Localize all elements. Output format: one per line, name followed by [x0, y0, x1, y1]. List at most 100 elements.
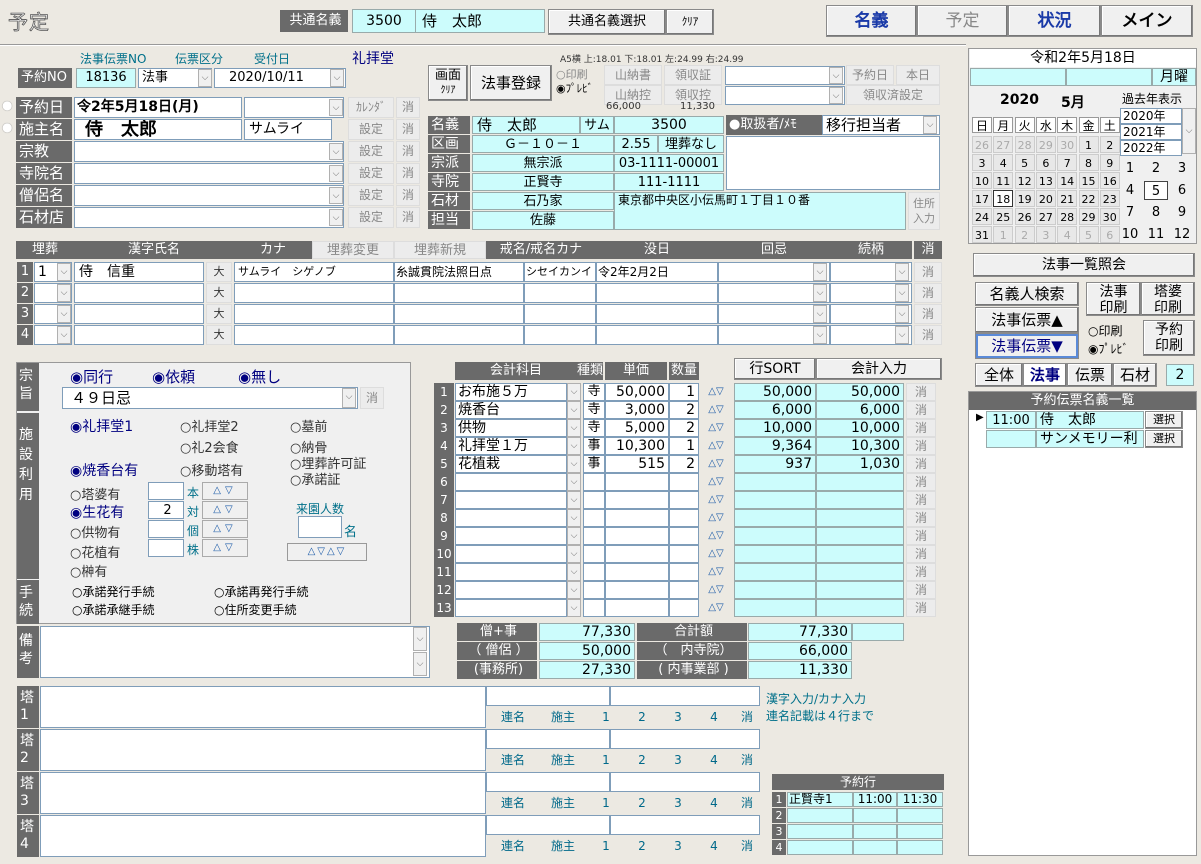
burial-kaimyo-2[interactable]: [394, 304, 524, 324]
acct-kind-5[interactable]: [583, 473, 605, 491]
day-5-6[interactable]: 6: [1099, 226, 1120, 243]
day-2-6[interactable]: 16: [1099, 172, 1120, 189]
tower-field-0[interactable]: [40, 686, 486, 728]
acct-kind-10[interactable]: [583, 563, 605, 581]
acct-price-12[interactable]: [605, 599, 669, 617]
chevron-down-icon[interactable]: ⌵: [329, 187, 343, 204]
burial-dai-2[interactable]: 大: [206, 304, 232, 324]
burial-kaimyo-kana-1[interactable]: [524, 283, 596, 303]
info-size[interactable]: 2.55: [614, 135, 658, 153]
form-value-1[interactable]: 侍 太郎: [74, 119, 242, 140]
burial-kaimyo-kana-2[interactable]: [524, 304, 596, 324]
month-1[interactable]: 2: [1144, 159, 1168, 178]
day-4-4[interactable]: 28: [1057, 208, 1078, 225]
resv-temple-3[interactable]: [787, 840, 853, 855]
day-0-2[interactable]: 28: [1014, 136, 1035, 153]
chevron-down-icon[interactable]: ⌵: [895, 284, 909, 302]
resv-start-2[interactable]: [853, 824, 897, 839]
acct-a-7[interactable]: [734, 509, 816, 527]
resv-end-3[interactable]: [897, 840, 943, 855]
side-print-radio[interactable]: ○印刷: [1088, 322, 1123, 339]
day-2-5[interactable]: 15: [1078, 172, 1099, 189]
chevron-down-icon[interactable]: ⌵: [567, 383, 581, 401]
day-1-5[interactable]: 8: [1078, 154, 1099, 171]
resv-start-3[interactable]: [853, 840, 897, 855]
chevron-down-icon[interactable]: ⌵: [329, 143, 343, 160]
resv-end-2[interactable]: [897, 824, 943, 839]
acct-item-4[interactable]: 花植栽: [455, 455, 567, 473]
acct-a-2[interactable]: 10,000: [734, 419, 816, 437]
day-1-2[interactable]: 5: [1014, 154, 1035, 171]
acct-a-10[interactable]: [734, 563, 816, 581]
burial-kana-2[interactable]: [234, 304, 394, 324]
tower-btn-3-5[interactable]: 4: [696, 837, 732, 855]
tower-field-2[interactable]: [40, 772, 486, 814]
chevron-down-icon[interactable]: ⌵: [329, 165, 343, 182]
common-name-field[interactable]: 侍 太郎: [415, 9, 545, 33]
acct-item-2[interactable]: 供物: [455, 419, 567, 437]
burial-kaimyo-3[interactable]: [394, 325, 524, 345]
tower-extra-a-3[interactable]: [486, 815, 610, 835]
acct-b-5[interactable]: [816, 473, 904, 491]
acct-kind-3[interactable]: 事: [583, 437, 605, 455]
qty-spinner-6[interactable]: △▽: [700, 491, 732, 509]
tower-btn-0-0[interactable]: 連名: [488, 708, 538, 726]
tower-btn-2-5[interactable]: 4: [696, 794, 732, 812]
acct-clear-10[interactable]: 消: [906, 563, 936, 581]
radio-icon[interactable]: ●: [2, 120, 12, 134]
tower-extra-b-2[interactable]: [610, 772, 760, 792]
acct-price-9[interactable]: [605, 545, 669, 563]
chevron-down-icon[interactable]: ⌵: [895, 263, 909, 281]
tab-yotei[interactable]: 予定: [917, 5, 1008, 37]
day-4-0[interactable]: 24: [972, 208, 992, 225]
day-0-5[interactable]: 1: [1078, 136, 1099, 153]
acct-item-7[interactable]: [455, 509, 567, 527]
burial-clear-0[interactable]: 消: [914, 262, 942, 282]
qty-spinner-3[interactable]: △▽: [700, 437, 732, 455]
tower-btn-2-1[interactable]: 施主: [538, 794, 588, 812]
toba-print-button[interactable]: 塔婆印刷: [1141, 282, 1195, 316]
yoyakubi-button[interactable]: 予約日: [846, 65, 894, 85]
info-shuha[interactable]: 無宗派: [472, 154, 614, 172]
tower-extra-a-1[interactable]: [486, 729, 610, 749]
side-tab-2[interactable]: 伝票: [1067, 363, 1113, 387]
chevron-down-icon[interactable]: ⌵: [567, 491, 581, 509]
day-3-6[interactable]: 23: [1099, 190, 1120, 207]
flower-count-2[interactable]: 2: [148, 501, 184, 519]
facility-0[interactable]: ◉礼拝堂1: [70, 416, 133, 436]
chevron-down-icon[interactable]: ⌵: [413, 652, 427, 676]
form-value-0[interactable]: 令2年5月18日(月): [74, 97, 242, 118]
facility-12[interactable]: ○花植有: [70, 542, 120, 561]
proc-1[interactable]: ○承諾発行手続: [72, 583, 155, 600]
tower-btn-1-4[interactable]: 3: [660, 751, 696, 769]
tower-btn-3-4[interactable]: 3: [660, 837, 696, 855]
acct-clear-9[interactable]: 消: [906, 545, 936, 563]
qty-spinner-9[interactable]: △▽: [700, 545, 732, 563]
acct-clear-0[interactable]: 消: [906, 383, 936, 401]
facility-2[interactable]: ○墓前: [290, 416, 327, 435]
day-0-1[interactable]: 27: [993, 136, 1014, 153]
unit-spinner-1[interactable]: △▽: [202, 501, 248, 519]
day-1-1[interactable]: 4: [993, 154, 1014, 171]
qty-spinner-12[interactable]: △▽: [700, 599, 732, 617]
doko-radio[interactable]: ◉同行: [70, 366, 113, 387]
proc-3[interactable]: ○承諾承継手続: [72, 601, 155, 618]
day-0-4[interactable]: 30: [1057, 136, 1078, 153]
biko-field[interactable]: [40, 626, 430, 678]
side-tab-1[interactable]: 法事: [1023, 363, 1067, 387]
year-option-0[interactable]: 2020年: [1120, 108, 1182, 124]
form-btn-3[interactable]: 設定: [348, 163, 394, 184]
chevron-down-icon[interactable]: ⌵: [330, 69, 344, 87]
acct-item-10[interactable]: [455, 563, 567, 581]
resv-start-1[interactable]: [853, 808, 897, 823]
day-1-4[interactable]: 7: [1057, 154, 1078, 171]
day-1-6[interactable]: 9: [1099, 154, 1120, 171]
acct-clear-2[interactable]: 消: [906, 419, 936, 437]
facility-11[interactable]: ○供物有: [70, 522, 120, 541]
register-button[interactable]: 法事登録: [470, 65, 552, 101]
tower-btn-0-4[interactable]: 3: [660, 708, 696, 726]
acct-kind-0[interactable]: 寺: [583, 383, 605, 401]
form-btn-4[interactable]: 設定: [348, 185, 394, 206]
month-6[interactable]: 7: [1118, 203, 1142, 222]
list-select-0[interactable]: 選択: [1145, 411, 1183, 429]
